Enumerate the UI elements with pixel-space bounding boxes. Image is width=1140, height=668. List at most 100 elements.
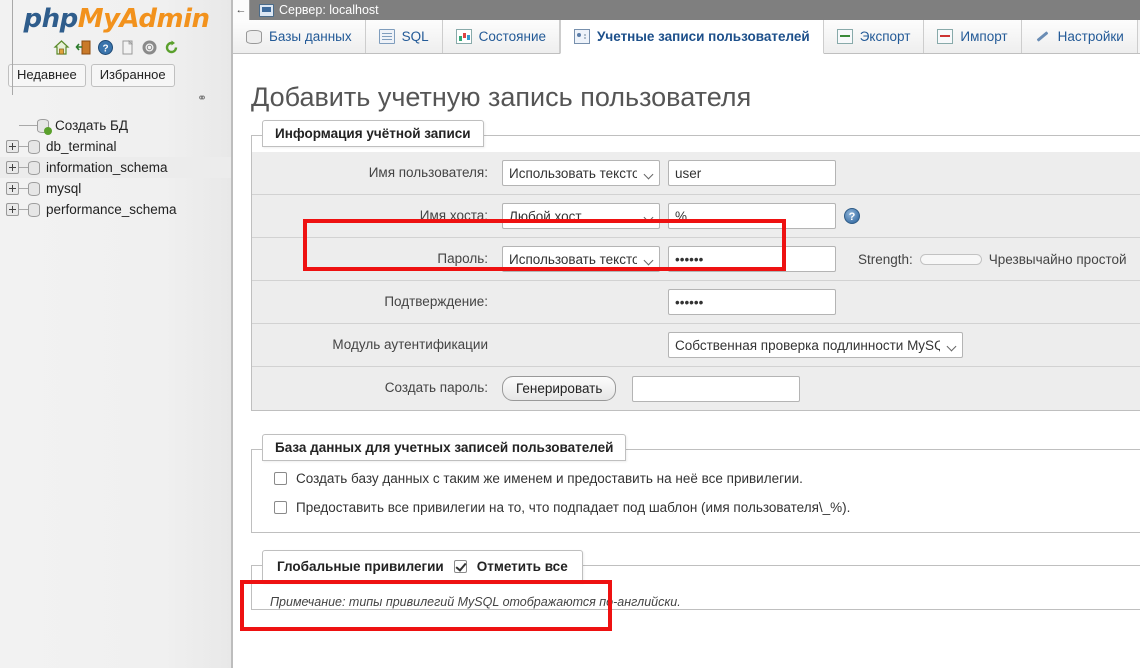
help-icon[interactable]: ? (97, 39, 114, 56)
expand-icon[interactable] (6, 140, 19, 154)
create-same-name-db-checkbox[interactable] (274, 472, 287, 485)
global-privileges-fieldset: Глобальные привилегии Отметить все Приме… (251, 550, 1140, 610)
status-chart-icon (455, 29, 472, 44)
create-same-name-db-label: Создать базу данных с таким же именем и … (296, 471, 803, 486)
favorites-button[interactable]: Избранное (90, 64, 175, 88)
tree-item-information_schema[interactable]: information_schema (0, 157, 233, 179)
tab-import[interactable]: Импорт (924, 20, 1022, 53)
username-row: Имя пользователя: Использовать текстовое… (252, 152, 1140, 195)
settings-icon[interactable] (141, 39, 158, 56)
logout-icon[interactable] (75, 39, 92, 56)
strength-meter (919, 253, 982, 265)
username-input[interactable] (668, 160, 836, 186)
login-information-fieldset: Информация учётной записи Имя пользовате… (251, 120, 1140, 411)
tab-label: Настройки (1057, 29, 1124, 44)
generate-password-fields: Генерировать (502, 375, 801, 402)
password-label: Пароль: (437, 250, 488, 266)
database-for-user-body: Создать базу данных с таким же именем и … (252, 450, 1140, 532)
tree-item-label: db_terminal (46, 139, 117, 155)
username-mode-select[interactable]: Использовать текстовое поле (502, 160, 660, 186)
wildcard-privileges-checkbox[interactable] (274, 501, 287, 514)
tab-export[interactable]: Экспорт (823, 20, 925, 53)
page-title: Добавить учетную запись пользователя (251, 82, 752, 112)
sidebar-quick-buttons: Недавнее Избранное (0, 57, 233, 88)
tab-sql[interactable]: SQL (365, 20, 443, 53)
server-bar: ← Сервер: localhost (233, 0, 1140, 20)
home-icon[interactable] (53, 39, 70, 56)
legend-label: Информация учётной записи (275, 126, 471, 141)
generate-password-row: Создать пароль: Генерировать (252, 367, 1140, 410)
database-icon (28, 160, 40, 175)
tree-branch-line (19, 167, 28, 169)
tree-item-mysql[interactable]: mysql (0, 178, 233, 199)
collapse-sidebar-button[interactable]: ← (233, 0, 250, 20)
tab-label: Базы данных (269, 29, 352, 44)
export-icon (836, 29, 853, 44)
host-row: Имя хоста: Любой хост ? (252, 195, 1140, 238)
password-mode-select[interactable]: Использовать текстовое поле (502, 246, 660, 272)
host-input[interactable] (668, 203, 836, 229)
tree-branch-line (19, 125, 37, 127)
reload-icon[interactable] (163, 39, 180, 56)
tab-user-accounts[interactable]: Учетные записи пользователей (560, 20, 824, 54)
create-same-name-db-row[interactable]: Создать базу данных с таким же именем и … (252, 464, 1140, 493)
password-fields: Использовать текстовое поле Strength: Чр… (502, 246, 1127, 272)
expand-icon[interactable] (6, 203, 19, 217)
password-select-wrap: Использовать текстовое поле (502, 246, 660, 272)
wrench-icon (1035, 29, 1051, 44)
tab-databases[interactable]: Базы данных (233, 20, 366, 53)
auth-plugin-label: Модуль аутентификации (332, 336, 488, 352)
database-for-user-legend: База данных для учетных записей пользова… (262, 434, 627, 461)
user-accounts-icon (574, 29, 590, 44)
sidebar-icon-bar: ? (0, 37, 233, 57)
docs-icon[interactable] (119, 39, 136, 56)
tree-toggle-placeholder (6, 119, 19, 132)
tree-item-label: performance_schema (46, 202, 177, 218)
sidebar-link-row: ⚭ (0, 87, 233, 113)
username-select-wrap: Использовать текстовое поле (502, 160, 660, 186)
login-information-legend: Информация учётной записи (262, 120, 484, 147)
tree-item-db_terminal[interactable]: db_terminal (0, 136, 233, 157)
chain-link-icon[interactable]: ⚭ (193, 92, 211, 104)
tree-item-create-db[interactable]: Создать БД (0, 115, 233, 136)
sidebar: phpMyAdmin ? Недавнее Избранное ⚭ Создат… (0, 0, 233, 668)
auth-plugin-select[interactable]: Собственная проверка подлинности MySQL (668, 332, 963, 358)
legend-label: База данных для учетных записей пользова… (275, 440, 614, 455)
generate-button[interactable]: Генерировать (502, 376, 617, 401)
login-information-body: Имя пользователя: Использовать текстовое… (252, 136, 1140, 410)
expand-icon[interactable] (6, 161, 19, 175)
host-mode-select[interactable]: Любой хост (502, 203, 660, 229)
logo-my: My (77, 4, 120, 34)
tree-vertical-line (12, 0, 13, 95)
host-select-wrap: Любой хост (502, 203, 660, 229)
server-icon (259, 3, 274, 17)
tab-status[interactable]: Состояние (442, 20, 560, 53)
check-all-label: Отметить все (476, 559, 568, 574)
password-input[interactable] (668, 246, 836, 272)
tab-label: Состояние (478, 29, 546, 44)
tab-settings[interactable]: Настройки (1021, 20, 1138, 53)
host-label: Имя хоста: (419, 207, 488, 223)
strength-label: Strength: (858, 251, 913, 267)
username-label: Имя пользователя: (368, 164, 488, 180)
generate-password-label: Создать пароль: (384, 380, 488, 396)
expand-icon[interactable] (6, 182, 19, 196)
recent-button[interactable]: Недавнее (8, 64, 86, 88)
wildcard-privileges-row[interactable]: Предоставить все привилегии на то, что п… (252, 493, 1140, 522)
check-all-checkbox[interactable] (453, 560, 467, 573)
new-database-icon (37, 118, 52, 135)
tab-label: Учетные записи пользователей (597, 29, 810, 44)
tree-item-performance_schema[interactable]: performance_schema (0, 199, 233, 220)
auth-plugin-row: Модуль аутентификации Собственная провер… (252, 324, 1140, 367)
tab-label: SQL (401, 29, 429, 44)
privileges-note: Примечание: типы привилегий MySQL отобра… (270, 595, 681, 609)
page-content: Добавить учетную запись пользователя Инф… (233, 82, 1140, 610)
password-row: Пароль: Использовать текстовое поле Stre… (252, 238, 1140, 281)
confirm-label: Подтверждение: (384, 293, 488, 309)
generated-password-input[interactable] (632, 375, 801, 402)
phpmyadmin-logo[interactable]: phpMyAdmin (0, 0, 233, 32)
password-strength: Strength: Чрезвычайно простой (858, 252, 1127, 267)
confirm-password-input[interactable] (668, 289, 836, 315)
database-icon (28, 181, 40, 196)
host-help-icon[interactable]: ? (844, 208, 860, 224)
